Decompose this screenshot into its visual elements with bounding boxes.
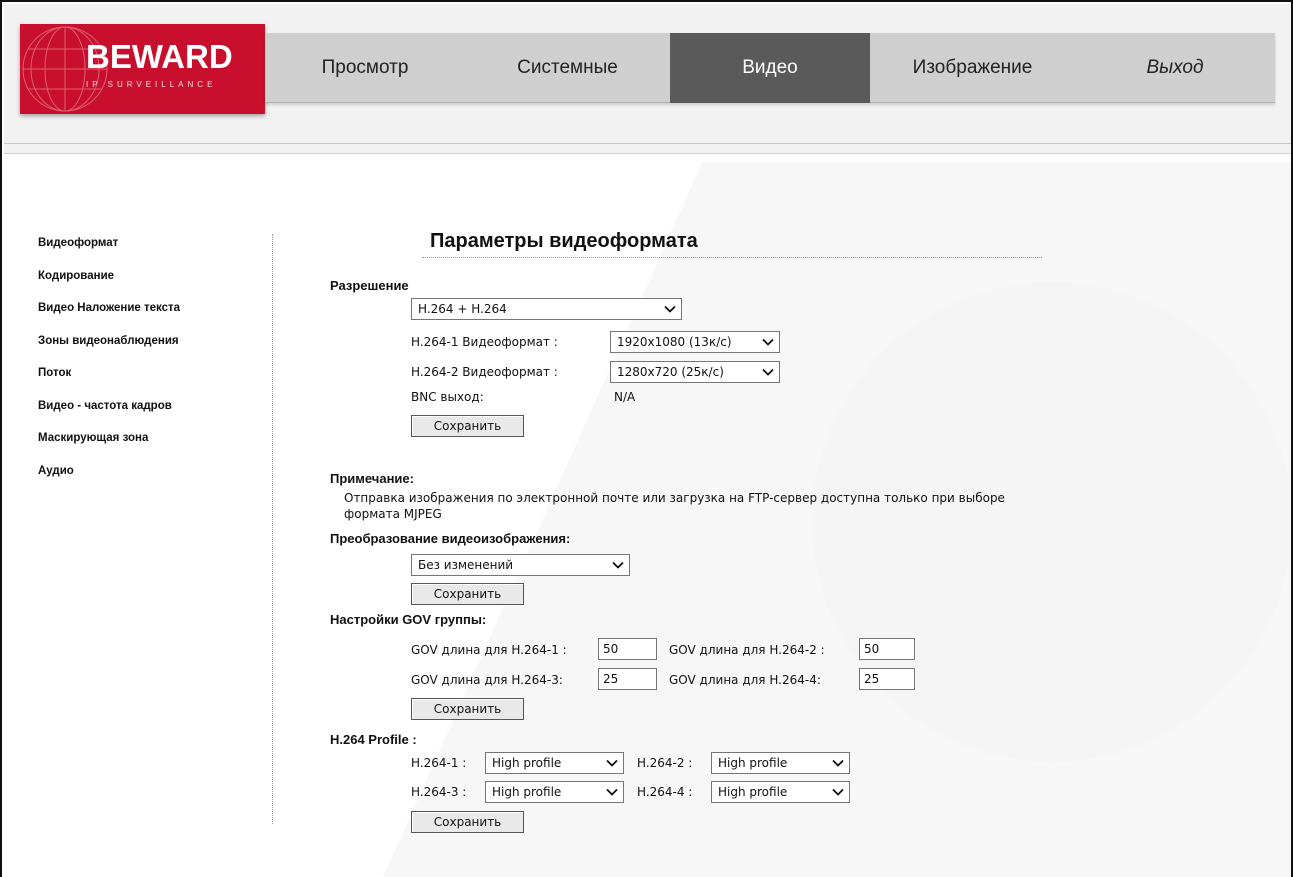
chevron-down-icon (762, 368, 774, 376)
profile-3-select[interactable]: High profile (485, 781, 624, 803)
gov-4-label: GOV длина для H.264-4: (669, 673, 821, 687)
transform-value: Без изменений (418, 558, 514, 572)
chevron-down-icon (664, 305, 676, 313)
h264-1-format-select[interactable]: 1920x1080 (13к/с) (610, 331, 780, 353)
nav-system[interactable]: Системные (465, 33, 670, 103)
profile-2-value: High profile (718, 756, 788, 770)
sidebar-item-text-overlay[interactable]: Видео Наложение текста (38, 299, 258, 332)
sidebar-item-audio[interactable]: Аудио (38, 462, 258, 495)
page-title: Параметры видеоформата (430, 230, 698, 252)
nav-image[interactable]: Изображение (870, 33, 1075, 103)
gov-4-input[interactable]: 25 (859, 668, 915, 690)
sidebar: Видеоформат Кодирование Видео Наложение … (38, 234, 258, 494)
sidebar-item-encoding[interactable]: Кодирование (38, 267, 258, 300)
profile-3-value: High profile (492, 785, 562, 799)
sidebar-item-videoformat[interactable]: Видеоформат (38, 234, 258, 267)
resolution-save-button[interactable]: Сохранить (411, 415, 524, 437)
profile-4-value: High profile (718, 785, 788, 799)
resolution-heading: Разрешение (330, 278, 409, 293)
nav-logout[interactable]: Выход (1075, 33, 1275, 103)
brand-tagline: IP SURVEILLANCE (86, 80, 217, 89)
gov-2-input[interactable]: 50 (859, 638, 915, 660)
profile-4-label: H.264-4 : (637, 785, 693, 799)
beward-logo: BEWARD IP SURVEILLANCE (20, 24, 265, 114)
chevron-down-icon (762, 338, 774, 346)
nav-video[interactable]: Видео (670, 33, 870, 103)
h264-2-format-select[interactable]: 1280x720 (25к/с) (610, 361, 780, 383)
h264-1-format-value: 1920x1080 (13к/с) (617, 335, 732, 349)
brand-name: BEWARD (86, 38, 233, 75)
h264-1-format-label: H.264-1 Видеоформат : (411, 335, 558, 349)
chevron-down-icon (606, 759, 618, 767)
sidebar-item-mask-zone[interactable]: Маскирующая зона (38, 429, 258, 462)
h264-2-format-value: 1280x720 (25к/с) (617, 365, 724, 379)
gov-heading: Настройки GOV группы: (330, 612, 487, 627)
transform-save-button[interactable]: Сохранить (411, 583, 524, 605)
profile-heading: H.264 Profile : (330, 732, 417, 747)
resolution-mode-select[interactable]: H.264 + H.264 (411, 298, 682, 320)
gov-2-label: GOV длина для H.264-2 : (669, 643, 825, 657)
profile-1-value: High profile (492, 756, 562, 770)
transform-heading: Преобразование видеоизображения: (330, 531, 571, 546)
profile-1-select[interactable]: High profile (485, 752, 624, 774)
sidebar-item-surveillance-zones[interactable]: Зоны видеонаблюдения (38, 332, 258, 365)
top-nav: Просмотр Системные Видео Изображение Вых… (265, 33, 1275, 103)
title-underline (422, 257, 1042, 258)
profile-3-label: H.264-3 : (411, 785, 467, 799)
profile-4-select[interactable]: High profile (711, 781, 850, 803)
profile-save-button[interactable]: Сохранить (411, 811, 524, 833)
gov-1-label: GOV длина для H.264-1 : (411, 643, 567, 657)
h264-2-format-label: H.264-2 Видеоформат : (411, 365, 558, 379)
profile-1-label: H.264-1 : (411, 756, 467, 770)
bnc-output-value: N/A (614, 390, 636, 404)
chevron-down-icon (832, 759, 844, 767)
gov-save-button[interactable]: Сохранить (411, 698, 524, 720)
transform-select[interactable]: Без изменений (411, 554, 630, 576)
note-heading: Примечание: (330, 471, 414, 486)
sidebar-item-framerate[interactable]: Видео - частота кадров (38, 397, 258, 430)
nav-view[interactable]: Просмотр (265, 33, 465, 103)
profile-2-select[interactable]: High profile (711, 752, 850, 774)
bnc-output-label: BNC выход: (411, 390, 484, 404)
profile-2-label: H.264-2 : (637, 756, 693, 770)
sidebar-item-stream[interactable]: Поток (38, 364, 258, 397)
gov-3-input[interactable]: 25 (598, 668, 657, 690)
gov-1-input[interactable]: 50 (598, 638, 657, 660)
note-text: Отправка изображения по электронной почт… (344, 491, 1005, 521)
app-frame: BEWARD IP SURVEILLANCE Просмотр Системны… (0, 0, 1293, 877)
resolution-mode-value: H.264 + H.264 (418, 302, 507, 316)
sidebar-divider (272, 234, 273, 824)
gov-3-label: GOV длина для H.264-3: (411, 673, 563, 687)
chevron-down-icon (606, 788, 618, 796)
chevron-down-icon (612, 561, 624, 569)
header-divider (4, 143, 1291, 144)
chevron-down-icon (832, 788, 844, 796)
